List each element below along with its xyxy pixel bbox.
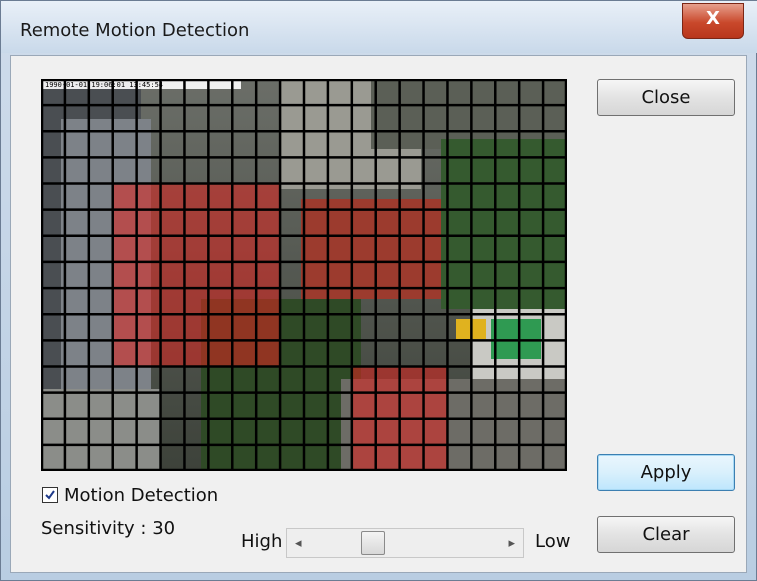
clear-button[interactable]: Clear <box>597 516 735 553</box>
checkmark-icon <box>45 490 55 500</box>
arrow-left-icon[interactable]: ◂ <box>295 535 302 551</box>
sensitivity-high-label: High <box>241 531 283 552</box>
sensitivity-low-label: Low <box>535 531 571 552</box>
apply-button[interactable]: Apply <box>597 454 735 491</box>
sensitivity-slider[interactable]: ◂ ▸ <box>286 528 524 558</box>
dialog-window: Remote Motion Detection X 1990-01-01 19:… <box>0 0 757 581</box>
title-bar[interactable]: Remote Motion Detection X <box>1 1 757 53</box>
window-title: Remote Motion Detection <box>20 20 250 41</box>
slider-thumb[interactable] <box>361 531 385 555</box>
close-button[interactable]: Close <box>597 79 735 116</box>
close-icon: X <box>706 8 720 29</box>
motion-grid[interactable]: 1990-01-01 19:06:01 13:45:54 <box>41 79 567 471</box>
camera-preview[interactable]: 1990-01-01 19:06:01 13:45:54 <box>41 79 567 471</box>
sensitivity-label: Sensitivity : 30 <box>41 518 176 539</box>
motion-detection-checkbox[interactable] <box>42 487 58 503</box>
motion-detection-label: Motion Detection <box>64 484 219 506</box>
window-close-button[interactable]: X <box>682 3 744 39</box>
video-timestamp: 1990-01-01 19:06:01 13:45:54 <box>45 81 163 89</box>
motion-detection-option[interactable]: Motion Detection <box>42 484 218 506</box>
arrow-right-icon[interactable]: ▸ <box>508 535 515 551</box>
